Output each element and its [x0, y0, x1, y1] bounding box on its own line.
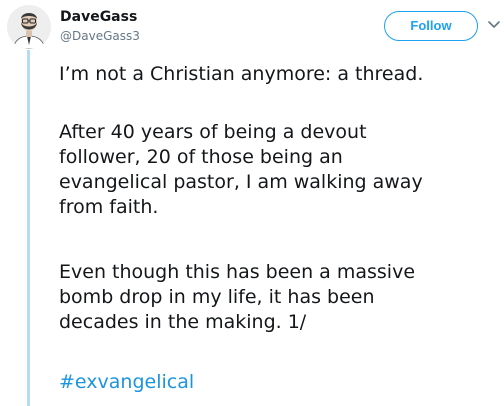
display-name[interactable]: DaveGass	[60, 9, 137, 25]
tweet-line: evangelical pastor, I am walking away	[59, 171, 423, 193]
follow-button[interactable]: Follow	[384, 11, 478, 41]
user-handle[interactable]: @DaveGass3	[60, 29, 140, 43]
avatar[interactable]	[7, 5, 51, 49]
tweet-line: I’m not a Christian anymore: a thread.	[59, 63, 424, 85]
tweet-paragraph-1: I’m not a Christian anymore: a thread.	[59, 62, 499, 87]
tweet-line: decades in the making. 1/	[59, 311, 307, 333]
bearded-man-avatar-icon	[7, 5, 51, 49]
hashtag-link[interactable]: #exvangelical	[59, 370, 194, 395]
thread-connector-line	[27, 50, 30, 406]
tweet-line: After 40 years of being a devout	[59, 121, 367, 143]
tweet-line: Even though this has been a massive	[59, 261, 416, 283]
tweet-line: follower, 20 of those being an	[59, 146, 343, 168]
tweet-paragraph-2: After 40 years of being a devout followe…	[59, 120, 499, 220]
tweet-line: from faith.	[59, 196, 159, 218]
chevron-down-icon[interactable]	[488, 20, 500, 30]
tweet-line: bomb drop in my life, it has been	[59, 286, 375, 308]
tweet-paragraph-3: Even though this has been a massive bomb…	[59, 260, 499, 335]
